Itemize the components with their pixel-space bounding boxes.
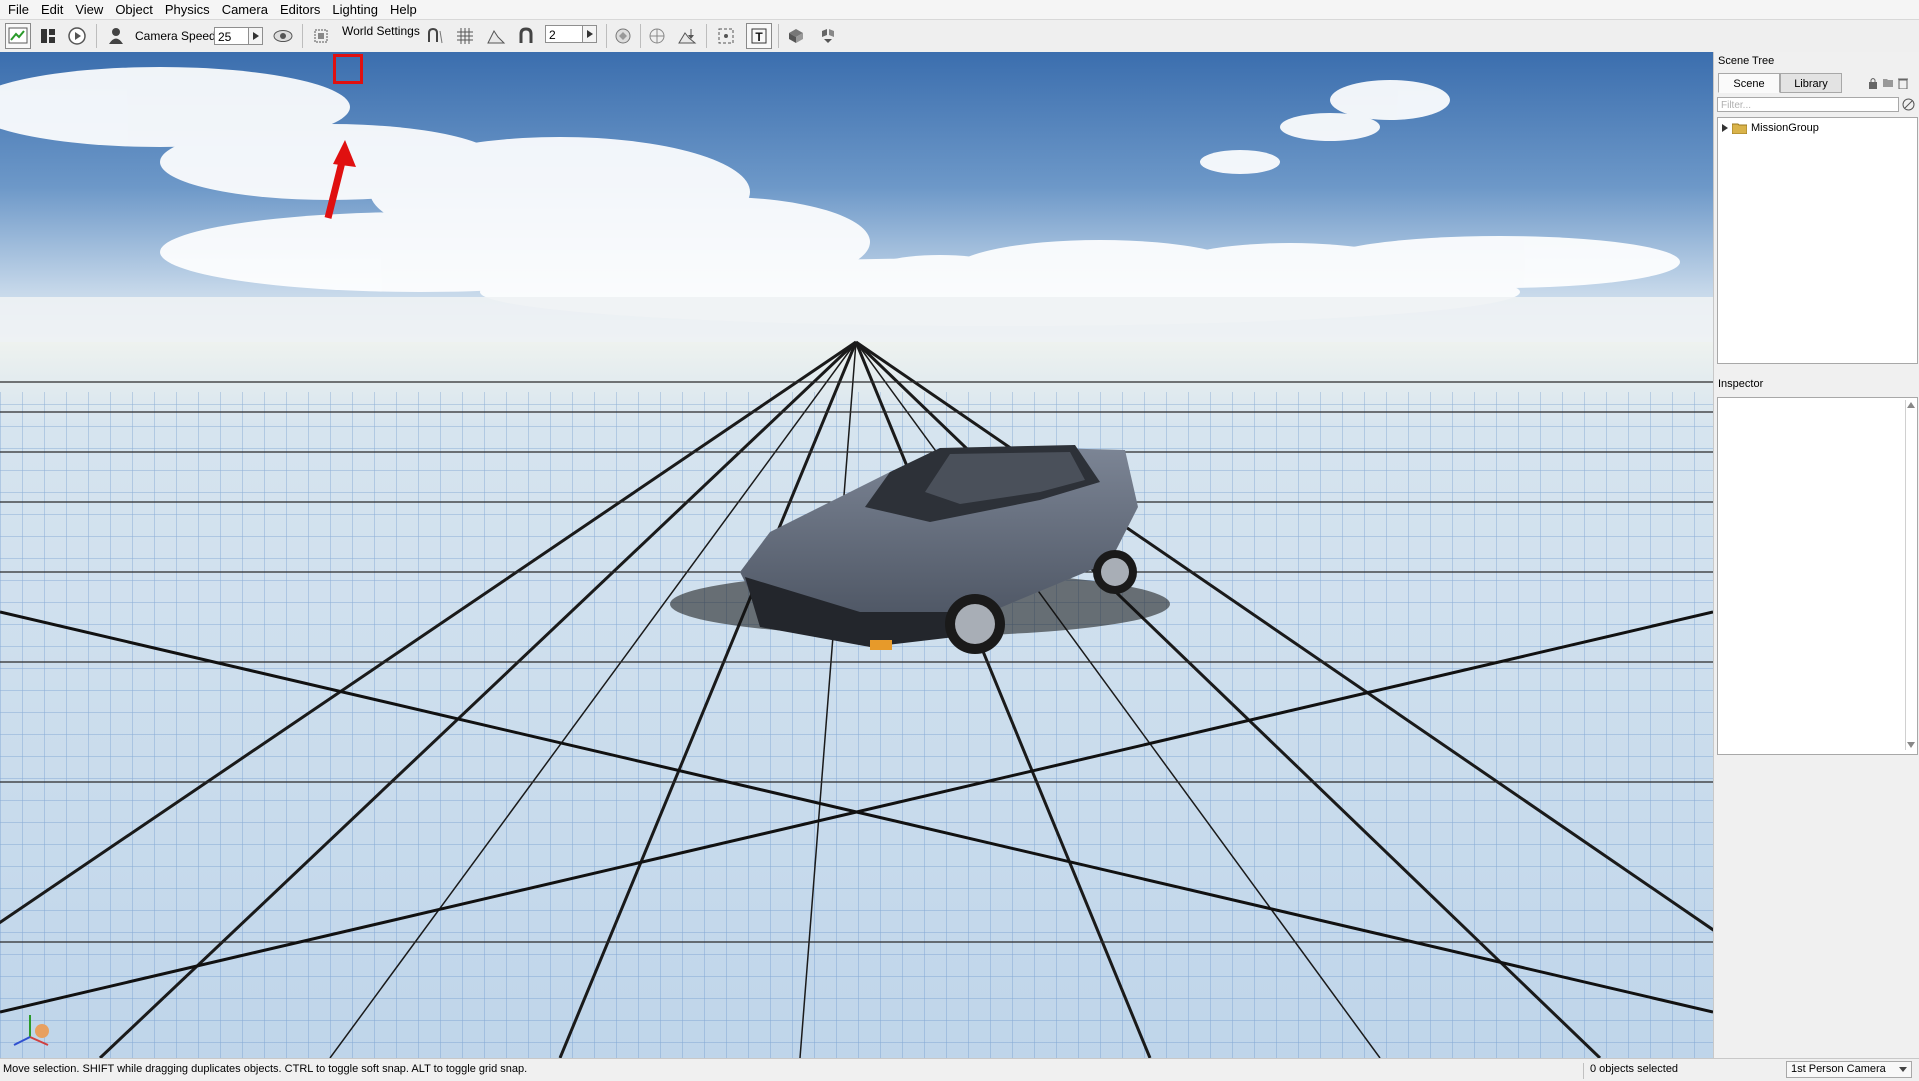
eye-icon bbox=[273, 30, 293, 42]
camera-mode-label: 1st Person Camera bbox=[1791, 1063, 1886, 1075]
visibility-button[interactable] bbox=[270, 23, 296, 49]
scene-filter-input[interactable]: Filter... bbox=[1717, 97, 1899, 112]
clear-filter-icon[interactable] bbox=[1902, 98, 1915, 111]
menu-lighting[interactable]: Lighting bbox=[326, 0, 384, 19]
scroll-down-icon[interactable] bbox=[1907, 742, 1915, 748]
right-panel: Scene Tree Scene Library Filter... Missi… bbox=[1713, 52, 1919, 1058]
text-labels-button[interactable]: T bbox=[746, 23, 772, 49]
lock-icon[interactable] bbox=[1868, 77, 1878, 89]
gui-editor-icon bbox=[41, 29, 55, 43]
inspector-title: Inspector bbox=[1718, 378, 1764, 390]
camera-mode-dropdown[interactable]: 1st Person Camera bbox=[1786, 1061, 1912, 1078]
prefab-icon bbox=[789, 29, 803, 43]
play-icon bbox=[68, 27, 86, 45]
object-origin-button[interactable] bbox=[610, 23, 636, 49]
tree-item-label: MissionGroup bbox=[1751, 122, 1819, 134]
menu-editors[interactable]: Editors bbox=[274, 0, 326, 19]
3d-viewport[interactable] bbox=[0, 52, 1713, 1058]
explode-prefab-button[interactable] bbox=[815, 23, 841, 49]
tree-item-missiongroup[interactable]: MissionGroup bbox=[1722, 122, 1819, 134]
status-bar: Move selection. SHIFT while dragging dup… bbox=[0, 1058, 1919, 1081]
text-icon: T bbox=[751, 28, 767, 44]
snap-to-terrain-button[interactable] bbox=[422, 23, 448, 49]
camera-speed-field[interactable]: 25 bbox=[214, 27, 249, 45]
menu-bar: File Edit View Object Physics Camera Edi… bbox=[0, 0, 1919, 20]
grid-snap-button[interactable] bbox=[452, 23, 478, 49]
selection-bounds-button[interactable] bbox=[713, 23, 739, 49]
scene-render bbox=[0, 52, 1713, 1058]
object-snap-button[interactable] bbox=[483, 23, 509, 49]
prefab-button[interactable] bbox=[783, 23, 809, 49]
frame-icon bbox=[314, 29, 328, 43]
chevron-down-icon bbox=[1899, 1067, 1907, 1072]
scroll-up-icon[interactable] bbox=[1907, 402, 1915, 408]
menu-help[interactable]: Help bbox=[384, 0, 423, 19]
camera-speed-label: Camera Speed bbox=[135, 29, 216, 43]
grid-size-field[interactable]: 2 bbox=[545, 25, 583, 43]
terrain-drop-icon bbox=[678, 29, 697, 44]
grid-size-spin-button[interactable] bbox=[583, 25, 597, 43]
menu-object[interactable]: Object bbox=[109, 0, 159, 19]
terrain-snap-icon bbox=[487, 30, 506, 44]
chevron-right-icon bbox=[586, 30, 593, 38]
explode-icon bbox=[822, 29, 834, 43]
menu-view[interactable]: View bbox=[69, 0, 109, 19]
folder-add-icon[interactable] bbox=[1882, 77, 1894, 88]
menu-camera[interactable]: Camera bbox=[216, 0, 274, 19]
main-toolbar: Camera Speed 25 World Settings 2 T bbox=[0, 20, 1919, 53]
world-axis-button[interactable] bbox=[644, 23, 670, 49]
tab-library[interactable]: Library bbox=[1780, 73, 1842, 93]
grid-icon bbox=[457, 28, 473, 44]
menu-file[interactable]: File bbox=[0, 0, 35, 19]
inspector-scrollbar[interactable] bbox=[1905, 400, 1916, 750]
scene-tree-title: Scene Tree bbox=[1718, 55, 1775, 67]
svg-text:T: T bbox=[755, 30, 763, 44]
snap-magnet-button[interactable] bbox=[513, 23, 539, 49]
terrain-drop-button[interactable] bbox=[674, 23, 700, 49]
world-settings-label[interactable]: World Settings bbox=[342, 24, 420, 38]
scene-tree-list: MissionGroup bbox=[1717, 117, 1918, 364]
magnet-curve-icon bbox=[428, 27, 443, 44]
rotate-object-icon bbox=[615, 28, 631, 44]
play-game-button[interactable] bbox=[64, 23, 90, 49]
status-message: Move selection. SHIFT while dragging dup… bbox=[3, 1063, 528, 1075]
scene-tree-actions bbox=[1868, 77, 1908, 89]
menu-physics[interactable]: Physics bbox=[159, 0, 216, 19]
person-icon bbox=[109, 28, 123, 44]
tab-scene[interactable]: Scene bbox=[1718, 73, 1780, 93]
fit-view-button[interactable] bbox=[308, 23, 334, 49]
selection-icon bbox=[718, 28, 734, 44]
chevron-right-icon bbox=[252, 32, 259, 40]
inspector-pane bbox=[1717, 397, 1918, 755]
gui-editor-button[interactable] bbox=[35, 23, 61, 49]
menu-edit[interactable]: Edit bbox=[35, 0, 69, 19]
world-editor-icon bbox=[8, 27, 28, 44]
folder-icon bbox=[1732, 123, 1747, 134]
axis-icon bbox=[649, 28, 665, 44]
magnet-icon bbox=[519, 27, 533, 43]
selection-count: 0 objects selected bbox=[1583, 1063, 1715, 1079]
world-editor-button[interactable] bbox=[5, 23, 31, 49]
player-camera-button[interactable] bbox=[103, 23, 129, 49]
trash-icon[interactable] bbox=[1898, 77, 1908, 89]
triangle-right-icon[interactable] bbox=[1722, 124, 1728, 132]
camera-speed-spin-button[interactable] bbox=[249, 27, 263, 45]
